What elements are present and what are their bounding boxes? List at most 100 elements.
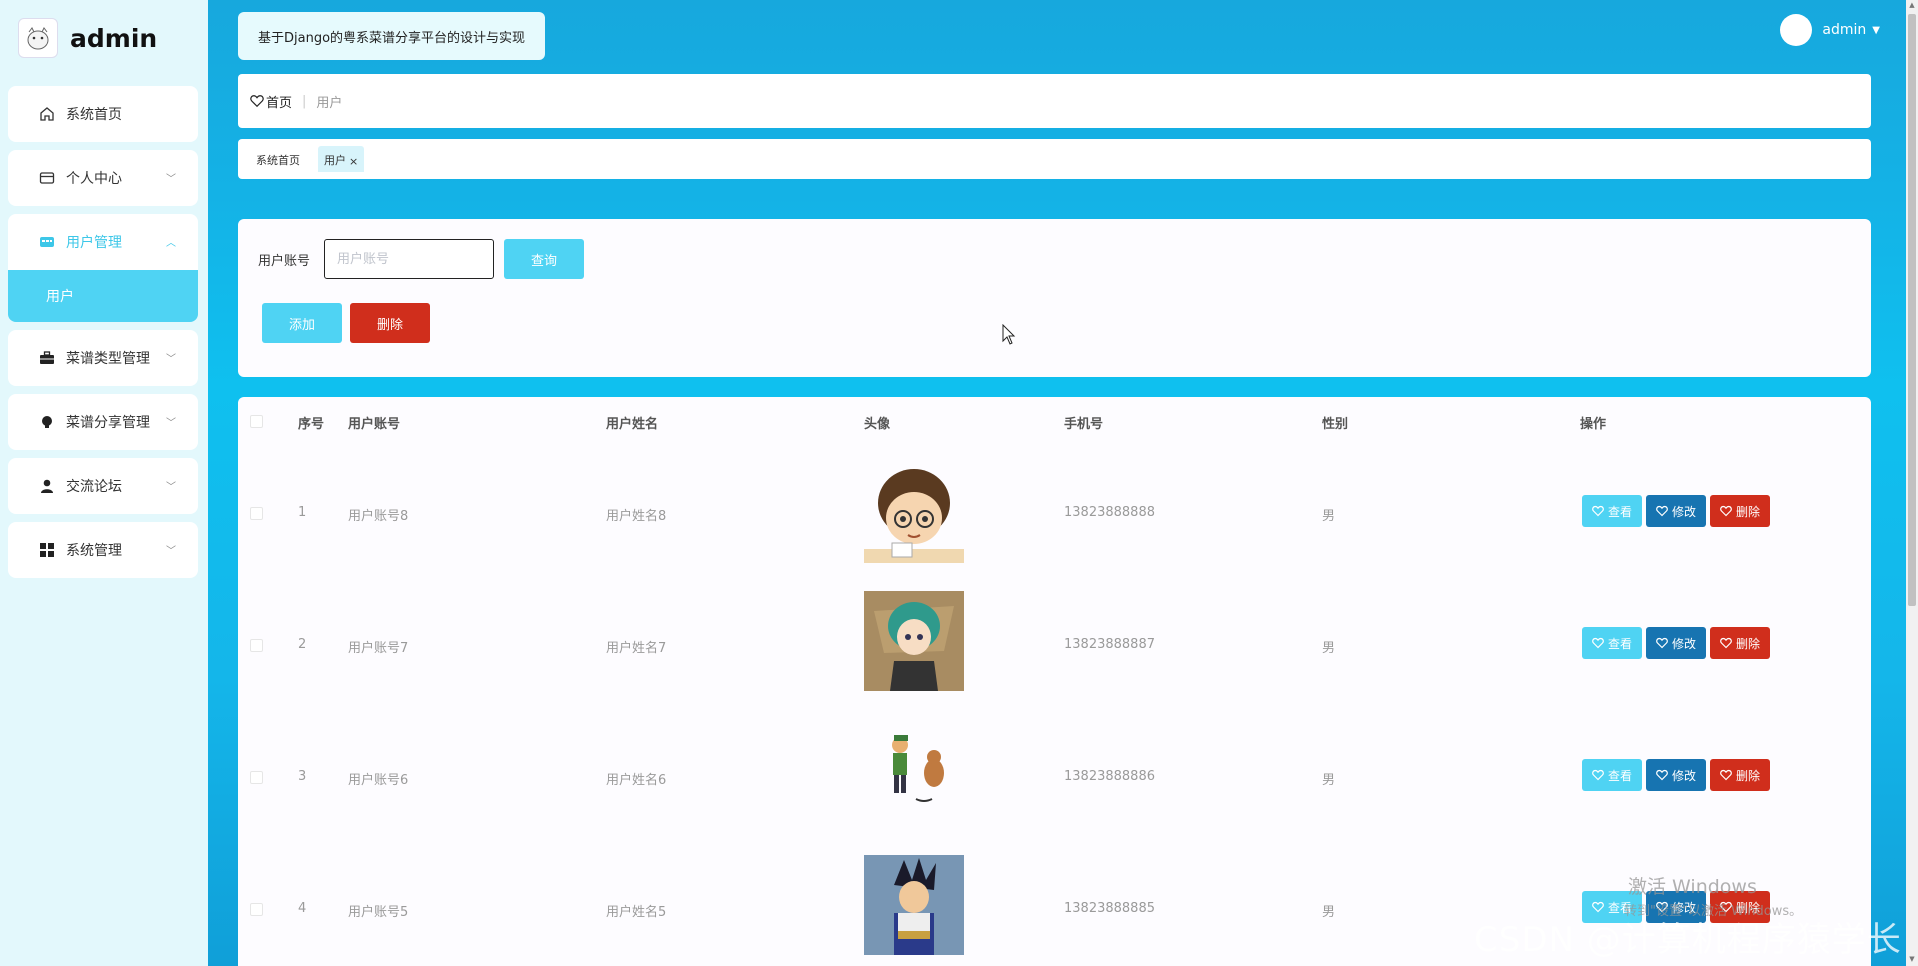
sidebar-item-forum[interactable]: 交流论坛 ﹀ [8, 458, 198, 514]
edit-button[interactable]: 修改 [1646, 627, 1706, 659]
sidebar-subitem-label: 用户 [46, 289, 74, 305]
chevron-up-icon: ︿ [166, 238, 176, 249]
column-header: 用户账号 [348, 417, 401, 432]
tag-home[interactable]: 系统首页 [250, 146, 306, 172]
sidebar-item-label: 交流论坛 [66, 479, 122, 495]
cell-gender: 男 [1322, 773, 1336, 788]
sidebar-item-label: 用户管理 [66, 235, 122, 251]
cell-name: 用户姓名5 [606, 905, 667, 920]
view-button[interactable]: 查看 [1582, 627, 1642, 659]
row-checkbox[interactable] [250, 639, 263, 652]
avatar-image [864, 463, 964, 563]
sidebar-item-recipe-types[interactable]: 菜谱类型管理 ﹀ [8, 330, 198, 386]
main-content: 基于Django的粤系菜谱分享平台的设计与实现 admin ▼ 首页 | 用户 … [208, 0, 1906, 966]
view-label: 查看 [1607, 636, 1632, 651]
edit-button[interactable]: 修改 [1646, 495, 1706, 527]
cell-phone: 13823888887 [1064, 637, 1155, 652]
sidebar-item-system[interactable]: 系统管理 ﹀ [8, 522, 198, 578]
caret-down-icon: ▼ [1872, 24, 1880, 36]
cell-account: 用户账号8 [348, 509, 409, 524]
heart-icon [1656, 769, 1668, 781]
tag-label: 用户 [324, 154, 346, 167]
sidebar-item-recipe-share[interactable]: 菜谱分享管理 ﹀ [8, 394, 198, 450]
delete-button[interactable]: 删除 [1710, 495, 1770, 527]
search-input[interactable] [324, 239, 494, 279]
profile-card-icon [38, 169, 56, 187]
avatar-image [864, 723, 964, 823]
windows-activation-title: 激活 Windows [1628, 876, 1757, 898]
user-menu[interactable]: admin ▼ [1780, 14, 1880, 46]
home-icon [38, 105, 56, 123]
breadcrumb-separator: | [302, 93, 307, 109]
edit-button[interactable]: 修改 [1646, 759, 1706, 791]
chevron-down-icon: ﹀ [166, 546, 176, 557]
user-table: 序号 用户账号 用户姓名 头像 手机号 性别 操作 1 用户账号8 用户姓名8 [238, 397, 1871, 966]
sidebar-item-user-manage[interactable]: 用户管理 ︿ [8, 214, 198, 270]
edit-label: 修改 [1671, 768, 1696, 783]
batch-delete-button[interactable]: 删除 [350, 303, 430, 343]
heart-icon [1720, 505, 1732, 517]
avatar-image [864, 855, 964, 955]
breadcrumb-current: 用户 [316, 95, 343, 111]
cell-phone: 13823888886 [1064, 769, 1155, 784]
edit-label: 修改 [1671, 504, 1696, 519]
chevron-down-icon: ﹀ [166, 482, 176, 493]
sidebar-subitem-users[interactable]: 用户 [8, 270, 198, 322]
delete-label: 删除 [1735, 504, 1760, 519]
cell-name: 用户姓名8 [606, 509, 667, 524]
scrollbar-thumb[interactable] [1908, 14, 1916, 606]
delete-button[interactable]: 删除 [1710, 627, 1770, 659]
chevron-down-icon: ﹀ [166, 174, 176, 185]
sidebar-item-label: 系统管理 [66, 543, 122, 559]
heart-icon [1592, 505, 1604, 517]
mouse-cursor-icon [1002, 324, 1016, 345]
sidebar-item-label: 菜谱类型管理 [66, 351, 150, 367]
sidebar-item-label: 系统首页 [66, 107, 122, 123]
breadcrumb-home[interactable]: 首页 [250, 92, 292, 111]
select-all-checkbox[interactable] [250, 415, 263, 428]
scroll-up-icon[interactable]: ▲ [1908, 1, 1916, 11]
search-panel: 用户账号 查询 添加 删除 [238, 219, 1871, 377]
page-scrollbar[interactable]: ▲ ▼ [1906, 0, 1918, 966]
column-header: 序号 [298, 417, 325, 432]
column-header: 性别 [1322, 417, 1349, 432]
brand: admin [18, 18, 157, 58]
user-name: admin [1822, 22, 1867, 38]
row-checkbox[interactable] [250, 903, 263, 916]
column-header: 操作 [1580, 417, 1607, 432]
sidebar-item-label: 个人中心 [66, 171, 122, 187]
column-header: 头像 [864, 417, 891, 432]
sidebar-item-label: 菜谱分享管理 [66, 415, 150, 431]
heart-icon [250, 95, 264, 108]
heart-icon [1656, 637, 1668, 649]
view-button[interactable]: 查看 [1582, 495, 1642, 527]
sidebar-item-home[interactable]: 系统首页 [8, 86, 198, 142]
cell-account: 用户账号6 [348, 773, 409, 788]
row-checkbox[interactable] [250, 771, 263, 784]
add-button[interactable]: 添加 [262, 303, 342, 343]
chevron-down-icon: ﹀ [166, 418, 176, 429]
tag-users[interactable]: 用户 × [318, 146, 365, 172]
tags-bar: 系统首页 用户 × [238, 139, 1871, 179]
delete-button[interactable]: 删除 [1710, 759, 1770, 791]
view-label: 查看 [1607, 504, 1632, 519]
cell-gender: 男 [1322, 509, 1336, 524]
view-button[interactable]: 查看 [1582, 759, 1642, 791]
csdn-watermark: CSDN @计算机程序猿学长 [1474, 920, 1902, 960]
row-checkbox[interactable] [250, 507, 263, 520]
sidebar-item-profile[interactable]: 个人中心 ﹀ [8, 150, 198, 206]
heart-icon [1592, 637, 1604, 649]
edit-label: 修改 [1671, 636, 1696, 651]
cell-account: 用户账号7 [348, 641, 409, 656]
delete-label: 删除 [1735, 768, 1760, 783]
cell-index: 4 [298, 901, 307, 916]
column-header: 手机号 [1064, 417, 1104, 432]
close-icon[interactable]: × [349, 155, 358, 168]
cell-phone: 13823888888 [1064, 505, 1155, 520]
breadcrumb-home-label: 首页 [266, 95, 293, 111]
cell-account: 用户账号5 [348, 905, 409, 920]
avatar [1780, 14, 1813, 46]
scroll-down-icon[interactable]: ▼ [1908, 955, 1916, 965]
person-icon [38, 477, 56, 495]
query-button[interactable]: 查询 [504, 239, 584, 279]
